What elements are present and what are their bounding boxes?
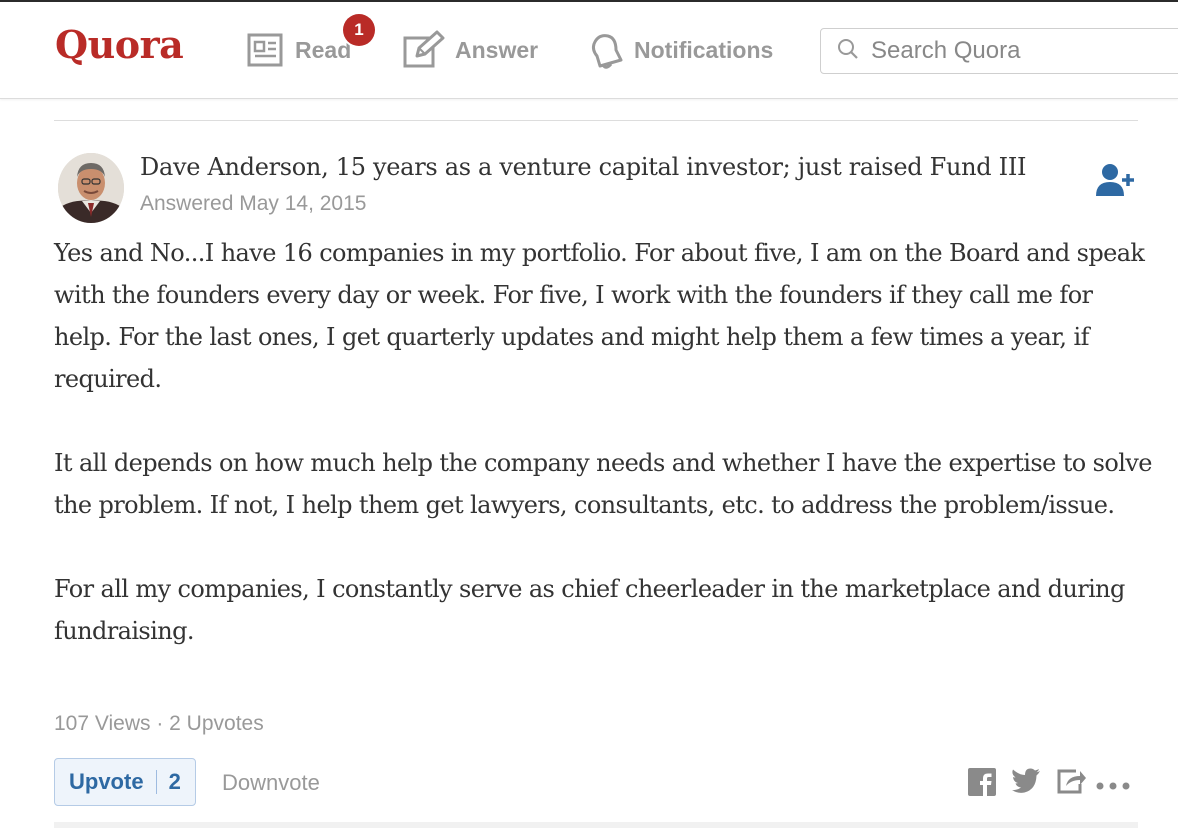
author-avatar[interactable] xyxy=(58,153,124,223)
nav-answer[interactable]: Answer xyxy=(403,30,538,70)
follow-user-icon[interactable] xyxy=(1094,162,1138,203)
answered-date[interactable]: Answered May 14, 2015 xyxy=(140,192,366,216)
answer-stats[interactable]: 107 Views · 2 Upvotes xyxy=(54,712,264,736)
notifications-icon xyxy=(588,30,624,70)
answer-body: Yes and No...I have 16 companies in my p… xyxy=(54,232,1154,652)
upvote-separator xyxy=(155,770,157,794)
read-icon xyxy=(247,32,285,68)
answer-paragraph: It all depends on how much help the comp… xyxy=(54,449,1152,519)
nav-notifications[interactable]: Notifications xyxy=(588,30,773,70)
nav-read[interactable]: Read xyxy=(247,30,351,70)
upvote-count: 2 xyxy=(168,769,181,794)
nav-notifications-label: Notifications xyxy=(634,36,774,63)
downvote-button[interactable]: Downvote xyxy=(222,770,320,796)
quora-logo[interactable]: Quora xyxy=(55,22,184,67)
content-divider xyxy=(54,120,1138,121)
more-icon[interactable] xyxy=(1096,778,1130,796)
author-credential[interactable]: Dave Anderson, 15 years as a venture cap… xyxy=(140,153,1027,181)
twitter-icon[interactable] xyxy=(1011,768,1041,799)
upvote-button[interactable]: Upvote 2 xyxy=(54,758,196,806)
bottom-divider xyxy=(54,822,1138,828)
answer-paragraph: For all my companies, I constantly serve… xyxy=(54,575,1125,645)
search-input[interactable] xyxy=(871,37,1171,65)
nav-answer-label: Answer xyxy=(455,36,539,63)
nav-read-label: Read xyxy=(295,36,352,63)
facebook-icon[interactable] xyxy=(968,768,996,801)
share-icon[interactable] xyxy=(1056,768,1086,799)
top-header: Quora Read 1 Answer Notifications Search… xyxy=(0,0,1178,99)
search-box[interactable] xyxy=(820,28,1178,74)
search-icon xyxy=(821,38,859,65)
answer-paragraph: Yes and No...I have 16 companies in my p… xyxy=(54,239,1145,393)
notification-badge: 1 xyxy=(343,14,375,46)
answer-icon xyxy=(403,30,445,70)
upvote-label: Upvote xyxy=(69,769,144,794)
